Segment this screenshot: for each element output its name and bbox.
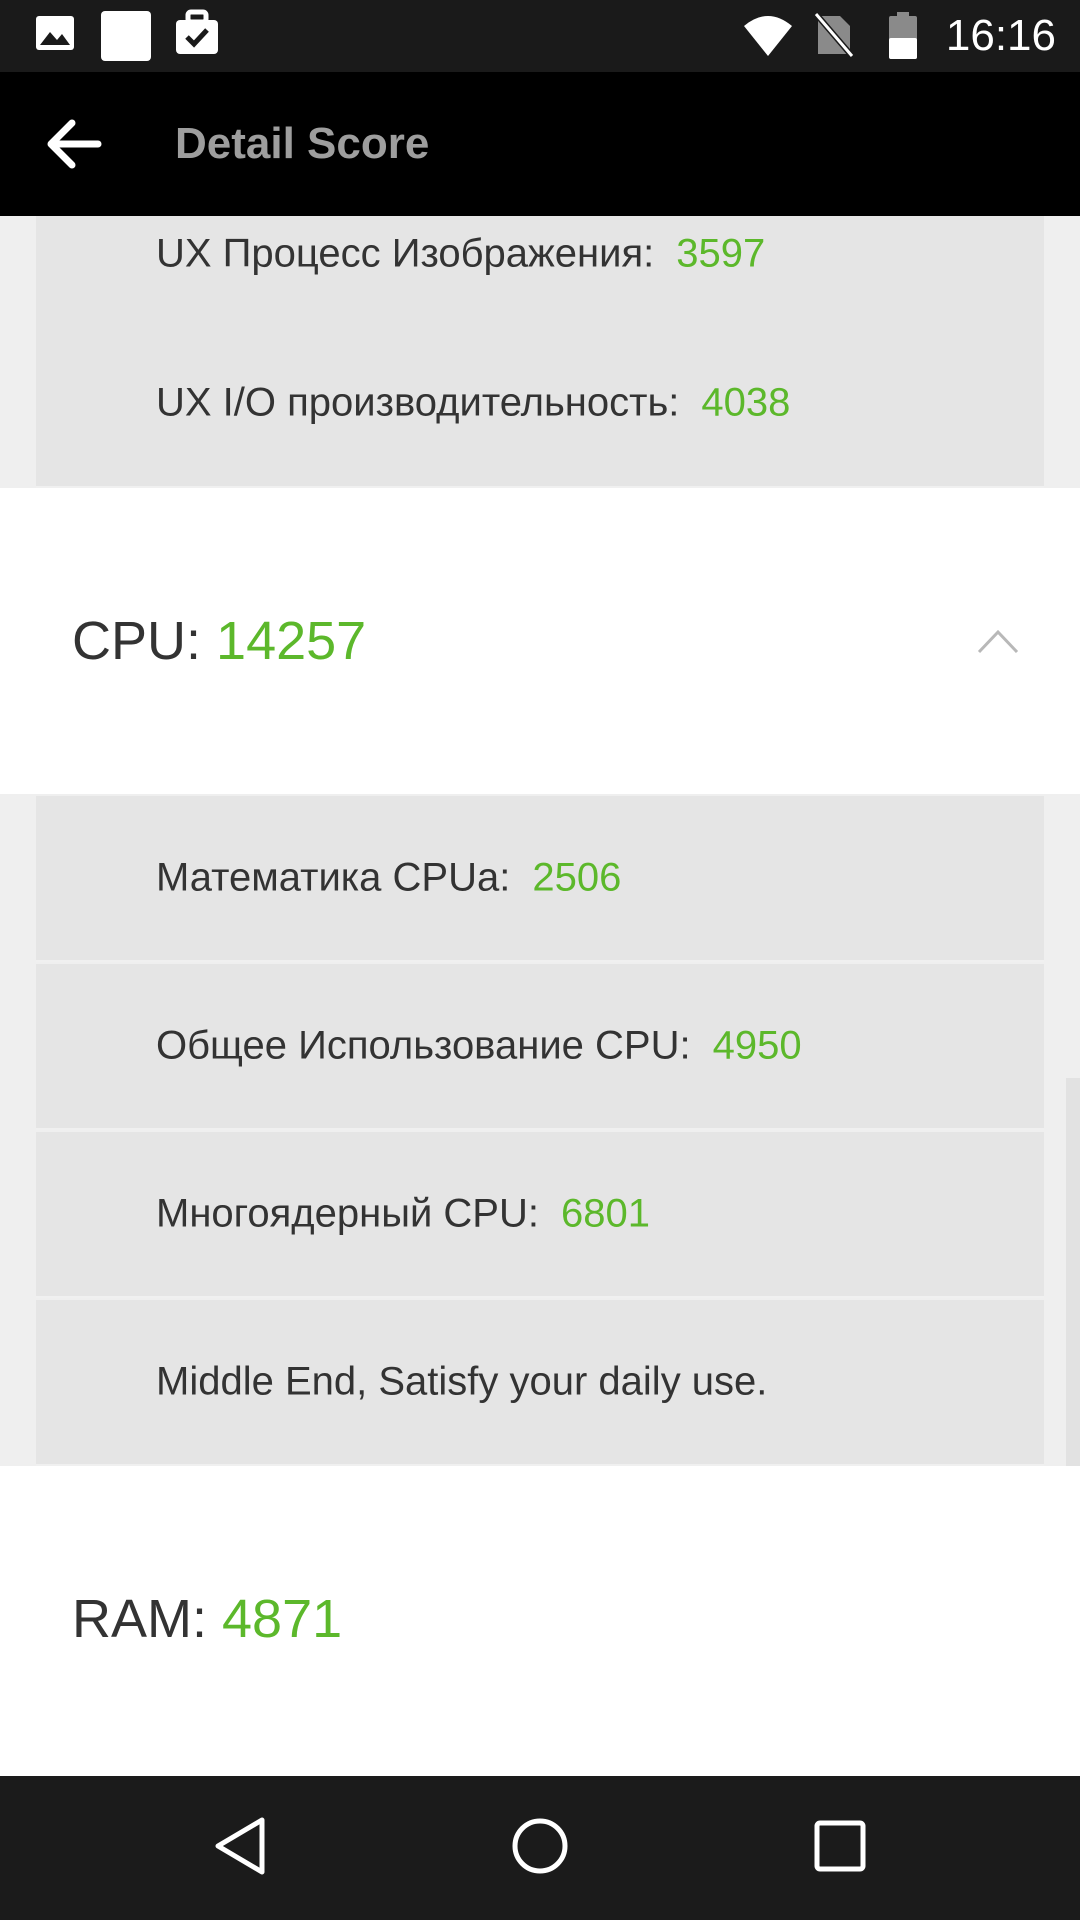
row-label: UX Процесс Изображения:	[156, 231, 655, 276]
section-score: 4871	[222, 1589, 343, 1649]
blank-notification-icon	[100, 10, 152, 67]
detail-score-list[interactable]: UX Процесс Изображения: 3597 UX I/O произ…	[0, 216, 1080, 1776]
row-label: UX I/O производительность:	[156, 380, 680, 425]
row-score: 6801	[560, 1191, 650, 1236]
row-score: 3597	[676, 231, 766, 276]
cpu-multicore-row: Многоядерный CPU: 6801	[36, 1132, 1044, 1298]
screen: 16:16 Detail Score UX Процесс Изображени…	[0, 0, 1080, 1920]
row-label: Общее Использование CPU:	[156, 1023, 691, 1068]
arrow-left-icon	[46, 119, 102, 174]
row-score: 2506	[532, 855, 622, 900]
cpu-rating-note-row: Middle End, Satisfy your daily use.	[36, 1300, 1044, 1466]
square-recents-icon	[812, 1818, 868, 1879]
row-score: 4950	[712, 1023, 802, 1068]
wifi-icon	[742, 12, 794, 63]
ux-io-performance-row: UX I/O производительность: 4038	[36, 320, 1044, 488]
row-score: 4038	[701, 380, 791, 425]
nav-home-button[interactable]	[506, 1814, 574, 1882]
page-title: Detail Score	[175, 119, 430, 168]
battery-icon	[888, 12, 918, 65]
cpu-section-header[interactable]: CPU: 14257	[0, 488, 1080, 794]
nav-recents-button[interactable]	[806, 1814, 874, 1882]
section-label: CPU:	[72, 611, 202, 671]
status-time: 16:16	[945, 11, 1056, 60]
briefcase-check-icon	[174, 8, 220, 63]
app-bar: Detail Score	[0, 72, 1080, 216]
triangle-back-icon	[212, 1816, 268, 1881]
image-icon	[34, 12, 76, 59]
chevron-up-icon[interactable]	[976, 626, 1020, 656]
no-sim-icon	[813, 12, 855, 63]
status-bar: 16:16	[0, 0, 1080, 72]
navigation-bar	[0, 1776, 1080, 1920]
ram-section-header[interactable]: RAM: 4871	[0, 1466, 1080, 1772]
circle-home-icon	[510, 1816, 570, 1881]
ux-image-process-row: UX Процесс Изображения: 3597	[36, 216, 1044, 322]
section-score: 14257	[216, 611, 367, 671]
back-button[interactable]	[36, 108, 112, 184]
nav-back-button[interactable]	[206, 1814, 274, 1882]
rating-note: Middle End, Satisfy your daily use.	[156, 1359, 768, 1404]
section-label: RAM:	[72, 1589, 207, 1649]
scrollbar[interactable]	[1066, 1078, 1080, 1466]
row-label: Многоядерный CPU:	[156, 1191, 539, 1236]
cpu-math-row: Математика CPUа: 2506	[36, 796, 1044, 962]
cpu-general-usage-row: Общее Использование CPU: 4950	[36, 964, 1044, 1130]
row-label: Математика CPUа:	[156, 855, 511, 900]
